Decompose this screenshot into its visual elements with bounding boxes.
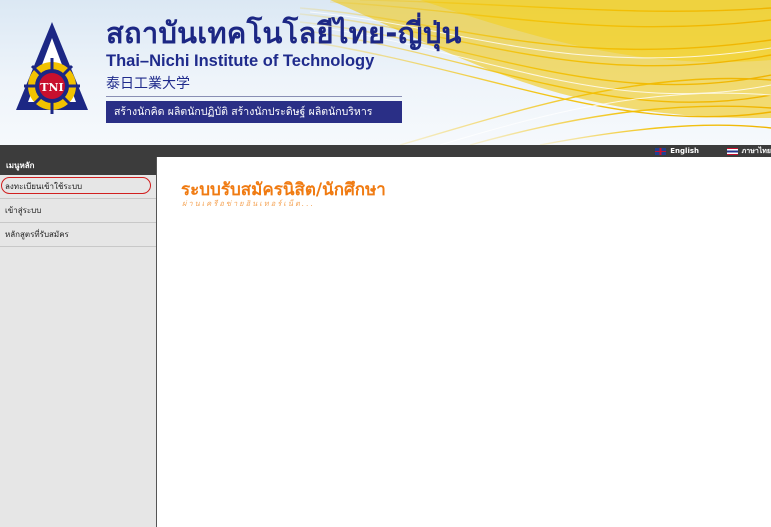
sidebar-menu: เมนูหลัก ลงทะเบียนเข้าใช้ระบบ เข้าสู่ระบ… (0, 157, 157, 527)
institute-slogan: สร้างนักคิด ผลิตนักปฏิบัติ สร้างนักประดิ… (106, 101, 402, 123)
institute-name-japanese: 泰日工業大学 (106, 76, 190, 92)
uk-flag-icon (655, 147, 667, 155)
language-bar: English ภาษาไทย (0, 145, 771, 157)
institute-name-thai: สถาบันเทคโนโลยีไทย-ญี่ปุ่น (106, 16, 462, 50)
language-thai-label: ภาษาไทย (741, 147, 771, 155)
language-thai-link[interactable]: ภาษาไทย (726, 145, 771, 157)
header-banner: TNI สถาบันเทคโนโลยีไทย-ญี่ปุ่น Thai–Nich… (0, 0, 771, 145)
language-english-label: English (670, 147, 699, 155)
tni-logo-icon: TNI (16, 22, 88, 114)
language-english-link[interactable]: English (655, 145, 699, 157)
sidebar-item-label: หลักสูตรที่รับสมัคร (5, 230, 69, 239)
institute-name-english: Thai–Nichi Institute of Technology (106, 52, 375, 70)
logo-text: TNI (40, 81, 63, 94)
sidebar-title: เมนูหลัก (0, 157, 156, 175)
sidebar-item-label: ลงทะเบียนเข้าใช้ระบบ (5, 182, 83, 191)
header-divider (106, 96, 402, 97)
page-subtitle: ผ่านเครือข่ายอินเทอร์เน็ต... (182, 199, 315, 208)
sidebar-item-programs[interactable]: หลักสูตรที่รับสมัคร (0, 223, 156, 247)
thai-flag-icon (726, 147, 738, 155)
sidebar-item-login[interactable]: เข้าสู่ระบบ (0, 199, 156, 223)
sidebar-item-label: เข้าสู่ระบบ (5, 206, 42, 215)
sidebar-item-register[interactable]: ลงทะเบียนเข้าใช้ระบบ (0, 175, 156, 199)
